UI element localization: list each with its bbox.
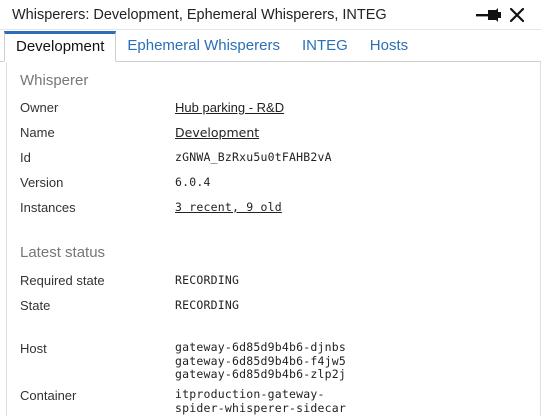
container-row: Container itproduction-gateway- spider-w… <box>7 383 540 416</box>
version-row: Version 6.0.4 <box>7 170 540 195</box>
title-bar: Whisperers: Development, Ephemeral Whisp… <box>0 0 541 30</box>
id-value: zGNWA_BzRxu5u0tFAHB2vA <box>175 150 332 164</box>
host-row: Host gateway-6d85d9b4b6-djnbs gateway-6d… <box>7 336 540 383</box>
name-link[interactable]: Development <box>175 125 259 140</box>
container-label: Container <box>20 388 77 403</box>
container-item: itproduction-gateway- <box>175 387 325 401</box>
required-state-row: Required state RECORDING <box>7 268 540 293</box>
container-item: spider-whisperer-sidecar <box>175 400 346 415</box>
version-label: Version <box>20 175 64 190</box>
instances-link[interactable]: 3 recent, 9 old <box>175 200 282 214</box>
host-item: gateway-6d85d9b4b6-djnbs <box>175 340 346 354</box>
state-label: State <box>20 298 51 313</box>
host-item: gateway-6d85d9b4b6-zlp2j <box>175 367 346 381</box>
state-row: State RECORDING <box>7 293 540 318</box>
close-button[interactable] <box>503 3 531 27</box>
latest-status-section-title: Latest status <box>20 244 106 261</box>
details-pane: Whisperer Owner Hub parking - R&D Name D… <box>6 62 541 416</box>
version-value: 6.0.4 <box>175 175 211 189</box>
container-list: itproduction-gateway- spider-whisperer-s… <box>175 387 346 415</box>
instances-label: Instances <box>20 200 76 215</box>
host-item: gateway-6d85d9b4b6-f4jw5 <box>175 353 346 368</box>
tab-bar: Development Ephemeral Whisperers INTEG H… <box>0 30 541 62</box>
tab-development[interactable]: Development <box>4 31 117 62</box>
window-title: Whisperers: Development, Ephemeral Whisp… <box>12 6 387 23</box>
id-row: Id zGNWA_BzRxu5u0tFAHB2vA <box>7 145 540 170</box>
owner-label: Owner <box>20 100 59 115</box>
close-icon <box>509 7 525 22</box>
owner-row: Owner Hub parking - R&D <box>7 95 540 120</box>
whisperer-section-title: Whisperer <box>20 72 89 89</box>
owner-link[interactable]: Hub parking - R&D <box>175 100 284 115</box>
required-state-value: RECORDING <box>175 273 240 287</box>
name-label: Name <box>20 125 55 140</box>
tab-hosts[interactable]: Hosts <box>359 31 419 61</box>
host-label: Host <box>20 341 47 356</box>
name-row: Name Development <box>7 120 540 145</box>
id-label: Id <box>20 150 31 165</box>
whisperer-panel: Whisperers: Development, Ephemeral Whisp… <box>0 0 541 416</box>
pin-icon <box>476 7 501 22</box>
host-list: gateway-6d85d9b4b6-djnbs gateway-6d85d9b… <box>175 340 346 382</box>
tab-ephemeral-whisperers[interactable]: Ephemeral Whisperers <box>116 31 291 61</box>
required-state-label: Required state <box>20 273 105 288</box>
state-value: RECORDING <box>175 298 240 312</box>
tab-integ[interactable]: INTEG <box>291 31 359 61</box>
instances-row: Instances 3 recent, 9 old <box>7 195 540 220</box>
pin-button[interactable] <box>475 3 503 27</box>
